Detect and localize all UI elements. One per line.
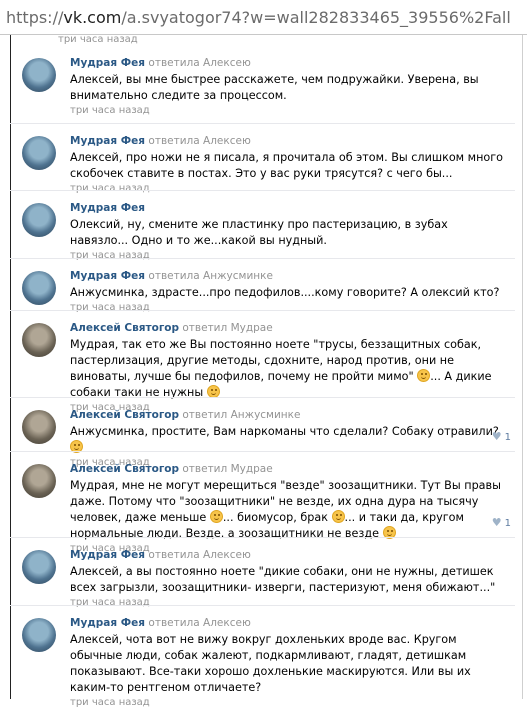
address-bar[interactable]: https://vk.com/a.svyatogor74?w=wall28283… (0, 0, 527, 35)
comment: Мудрая Фея Олексий, ну, смените же пласт… (10, 190, 515, 261)
comment-header: Мудрая Фея ответила Алексею (70, 134, 509, 148)
author-link[interactable]: Мудрая Фея (70, 549, 145, 561)
comment-header: Мудрая Фея ответила Алексею (70, 548, 509, 562)
comment-time[interactable]: три часа назад (70, 105, 509, 116)
comment-text: Алексей, а вы постоянно ноете "дикие соб… (70, 565, 496, 594)
wink-emoji-icon (331, 510, 345, 523)
reply-target-link[interactable]: Алексею (203, 135, 251, 147)
comment: Алексей Святогор ответил Мудрае Мудрая, … (10, 310, 515, 413)
comment-text-part: ... биомусор, брак (222, 511, 328, 524)
comment: Алексей Святогор ответил Анжусминке Анжу… (10, 397, 515, 468)
reply-target-link[interactable]: Мудрае (231, 463, 273, 475)
comment: Мудрая Фея ответила Алексею Алексей, про… (10, 123, 515, 194)
avatar[interactable] (22, 618, 56, 652)
reply-verb: ответил (182, 322, 228, 334)
comment-header: Алексей Святогор ответил Мудрае (70, 321, 509, 335)
reply-verb: ответила (148, 270, 200, 282)
reply-verb: ответила (148, 135, 200, 147)
reply-target-link[interactable]: Анжусминке (231, 409, 301, 421)
author-link[interactable]: Мудрая Фея (70, 202, 145, 214)
author-link[interactable]: Мудрая Фея (70, 135, 145, 147)
comment-header: Алексей Святогор ответил Анжусминке (70, 408, 509, 422)
smile-emoji-icon (209, 510, 223, 523)
like-button[interactable]: ♥ 1 (492, 516, 511, 529)
reply-verb: ответила (148, 617, 200, 629)
comment-text: Алексей, про ножи не я писала, я прочита… (70, 151, 504, 180)
reply-target-link[interactable]: Мудрае (231, 322, 273, 334)
author-link[interactable]: Алексей Святогор (70, 463, 179, 475)
reply-target-link[interactable]: Алексею (203, 57, 251, 69)
reply-verb: ответил (182, 409, 228, 421)
comment-text: Алексей, чота вот не вижу вокруг дохлень… (70, 633, 471, 694)
comment-text: Алексей, вы мне быстрее расскажете, чем … (70, 73, 479, 102)
comment-text-part: Анжусминка, простите, Вам наркоманы что … (70, 425, 499, 438)
reply-target-link[interactable]: Алексею (203, 549, 251, 561)
heart-icon: ♥ (491, 516, 502, 529)
author-link[interactable]: Мудрая Фея (70, 57, 145, 69)
avatar[interactable] (22, 58, 56, 92)
avatar[interactable] (22, 550, 56, 584)
reply-target-link[interactable]: Анжусминке (203, 270, 273, 282)
url-path: /a.svyatogor74?w=wall282833465_39556%2Fa… (121, 8, 511, 27)
comment-text: Олексий, ну, смените же пластинку про па… (70, 218, 448, 247)
comment-text: Мудрая, мне не могут мерещиться "везде" … (70, 478, 509, 542)
heart-icon: ♥ (491, 430, 502, 443)
comment: Мудрая Фея ответила Алексею Алексей, чот… (10, 605, 515, 708)
reply-verb: ответила (148, 57, 200, 69)
scrollbar-track[interactable] (522, 35, 523, 699)
comment-header: Мудрая Фея ответила Анжусминке (70, 269, 509, 283)
avatar[interactable] (22, 410, 56, 444)
like-button[interactable]: ♥ 1 (492, 430, 511, 443)
reply-target-link[interactable]: Алексею (203, 617, 251, 629)
avatar[interactable] (22, 203, 56, 237)
reply-verb: ответил (182, 463, 228, 475)
author-link[interactable]: Алексей Святогор (70, 322, 179, 334)
comment-header: Мудрая Фея ответила Алексею (70, 616, 509, 630)
comment-text: Анжусминка, здрасте...про педофилов....к… (70, 286, 500, 299)
comment: Мудрая Фея ответила Алексею Алексей, вы … (10, 46, 515, 123)
avatar[interactable] (22, 271, 56, 305)
url-domain: vk.com (63, 8, 122, 27)
url-protocol: https:// (6, 8, 64, 27)
comment: Мудрая Фея ответила Алексею Алексей, а в… (10, 537, 515, 608)
comment-text: Мудрая, так ето же Вы постоянно ноете "т… (70, 337, 509, 401)
comment-header: Мудрая Фея (70, 201, 509, 215)
comment-feed: Мудрая Фея ответила Алексею Алексей, вы … (10, 46, 515, 708)
author-link[interactable]: Алексей Святогор (70, 409, 179, 421)
like-count: 1 (504, 432, 511, 443)
comment: Мудрая Фея ответила Анжусминке Анжусминк… (10, 258, 515, 313)
comment: Алексей Святогор ответил Мудрае Мудрая, … (10, 451, 515, 554)
reply-verb: ответила (148, 549, 200, 561)
comment-header: Мудрая Фея ответила Алексею (70, 56, 509, 70)
comment-header: Алексей Святогор ответил Мудрае (70, 462, 509, 476)
smile-emoji-icon (417, 369, 431, 382)
avatar[interactable] (22, 464, 56, 498)
like-count: 1 (504, 518, 511, 529)
avatar[interactable] (22, 323, 56, 357)
previous-comment-time: три часа назад (58, 34, 138, 45)
author-link[interactable]: Мудрая Фея (70, 270, 145, 282)
author-link[interactable]: Мудрая Фея (70, 617, 145, 629)
avatar[interactable] (22, 136, 56, 170)
